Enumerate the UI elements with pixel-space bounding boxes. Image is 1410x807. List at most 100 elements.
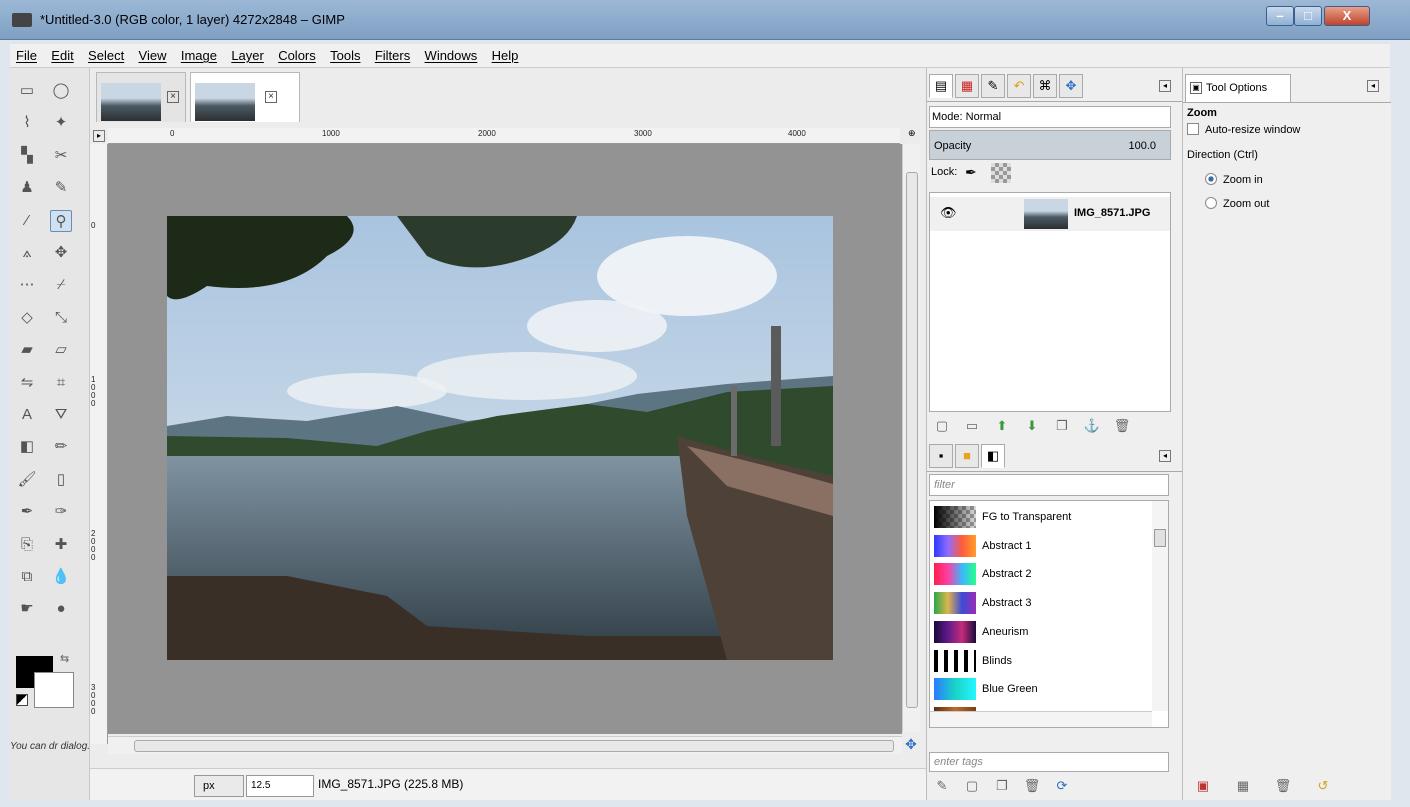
tags-input[interactable]: enter tags	[929, 752, 1169, 772]
zoom-field[interactable]: 12.5	[246, 775, 314, 797]
new-layer-icon[interactable]: ▢	[927, 414, 957, 438]
gradient-item[interactable]: Blue Green	[930, 675, 1152, 703]
duplicate-layer-icon[interactable]: ❐	[1047, 414, 1077, 438]
gradient-item[interactable]: Abstract 2	[930, 560, 1152, 588]
horizontal-ruler[interactable]: 0 1000 2000 3000 4000	[108, 128, 900, 144]
images-tab-icon[interactable]: ⌘	[1033, 74, 1057, 98]
dodge-burn-icon[interactable]: ●	[50, 598, 72, 620]
patterns-tab-icon[interactable]: ■	[955, 444, 979, 468]
checkbox-box[interactable]	[1187, 123, 1199, 135]
default-colors-icon[interactable]	[16, 694, 28, 706]
pointer-tab-icon[interactable]: ✥	[1059, 74, 1083, 98]
close-button[interactable]: X	[1324, 6, 1370, 26]
scale-icon[interactable]: ⤡	[50, 307, 72, 329]
clone-icon[interactable]: ⎘	[16, 534, 38, 556]
layer-row[interactable]: 👁 IMG_8571.JPG	[930, 197, 1170, 231]
dock-menu-icon[interactable]: ◂	[1159, 80, 1171, 92]
dock-menu-icon[interactable]: ◂	[1367, 80, 1379, 92]
menu-view[interactable]: View	[133, 44, 172, 63]
gradient-filter-input[interactable]: filter	[929, 474, 1169, 496]
paths-tab-icon[interactable]: ✎	[981, 74, 1005, 98]
gradient-item[interactable]: Abstract 1	[930, 532, 1152, 560]
scroll-thumb[interactable]	[906, 172, 918, 708]
fuzzy-select-icon[interactable]: ✦	[50, 112, 72, 134]
airbrush-icon[interactable]: ✒	[16, 501, 38, 523]
undo-tab-icon[interactable]: ↶	[1007, 74, 1031, 98]
canvas-menu-icon[interactable]: ▸	[93, 130, 105, 142]
close-tab-icon[interactable]: ×	[167, 91, 179, 103]
color-select-icon[interactable]: ▚	[16, 145, 38, 167]
zoom-image-icon[interactable]: ⊕	[908, 128, 920, 140]
pencil-icon[interactable]: ✏	[50, 436, 72, 458]
crop-icon[interactable]: ⌿	[50, 274, 72, 296]
menu-select[interactable]: Select	[82, 44, 129, 63]
minimize-button[interactable]: –	[1266, 6, 1294, 26]
gradient-scrollbar[interactable]	[1152, 501, 1168, 711]
gradient-item[interactable]: FG to Transparent	[930, 503, 1152, 531]
menu-file[interactable]: File	[10, 44, 42, 63]
gradient-item[interactable]: Blinds	[930, 647, 1152, 675]
free-select-icon[interactable]: ⌇	[16, 112, 38, 134]
scroll-thumb[interactable]	[134, 740, 894, 752]
vertical-ruler[interactable]: 0 1000 2000 3000	[90, 144, 108, 744]
menu-windows[interactable]: Windows	[419, 44, 483, 63]
menu-filters[interactable]: Filters	[369, 44, 415, 63]
image-tab-active[interactable]: ×	[190, 72, 300, 122]
opacity-slider[interactable]: Opacity 100.0	[929, 130, 1171, 160]
gradient-item[interactable]: Abstract 3	[930, 589, 1152, 617]
delete-options-icon[interactable]: 🗑	[1263, 774, 1303, 798]
new-layer-group-icon[interactable]: ▭	[957, 414, 987, 438]
new-gradient-icon[interactable]: ▢	[957, 774, 987, 798]
channels-tab-icon[interactable]: ▦	[955, 74, 979, 98]
zoom-in-radio[interactable]: Zoom in	[1205, 173, 1263, 186]
radio-dot[interactable]	[1205, 173, 1217, 185]
horizontal-scrollbar[interactable]	[108, 736, 902, 754]
heal-icon[interactable]: ✚	[50, 534, 72, 556]
paintbrush-icon[interactable]: 🖌	[16, 469, 38, 491]
zoom-icon[interactable]: ⚲	[50, 209, 72, 232]
background-color-swatch[interactable]	[34, 672, 74, 708]
flip-icon[interactable]: ⇋	[16, 372, 38, 394]
menu-edit[interactable]: Edit	[45, 44, 78, 63]
refresh-gradients-icon[interactable]: ⟳	[1047, 774, 1077, 798]
gradient-hscroll[interactable]	[930, 711, 1152, 727]
menu-layer[interactable]: Layer	[225, 44, 269, 63]
close-tab-icon[interactable]: ×	[265, 91, 277, 103]
raise-layer-icon[interactable]: ⬆	[987, 414, 1017, 438]
layer-mode-select[interactable]: Mode: Normal	[929, 106, 1171, 128]
maximize-button[interactable]: □	[1294, 6, 1322, 26]
smudge-icon[interactable]: ☛	[16, 598, 38, 620]
unit-select[interactable]: px	[194, 775, 244, 797]
text-icon[interactable]: A	[16, 404, 38, 426]
opacity-value[interactable]: 100.0	[1128, 140, 1156, 152]
ink-icon[interactable]: ✑	[50, 501, 72, 523]
layer-name[interactable]: IMG_8571.JPG	[1074, 207, 1150, 219]
rect-select-icon[interactable]: ▭	[16, 80, 38, 102]
radio-dot[interactable]	[1205, 197, 1217, 209]
delete-layer-icon[interactable]: 🗑	[1107, 414, 1137, 438]
tool-options-tab[interactable]: ▣ Tool Options	[1185, 74, 1291, 102]
shear-icon[interactable]: ▰	[16, 339, 38, 361]
image-canvas[interactable]	[108, 144, 902, 734]
restore-options-icon[interactable]: ▦	[1223, 774, 1263, 798]
foreground-select-icon[interactable]: ♟	[16, 177, 38, 199]
lock-pixels-icon[interactable]: ✒	[965, 164, 987, 184]
anchor-layer-icon[interactable]: ⚓	[1077, 414, 1107, 438]
measure-icon[interactable]: ⟑	[16, 242, 38, 264]
title-bar[interactable]: *Untitled-3.0 (RGB color, 1 layer) 4272x…	[0, 0, 1410, 40]
auto-resize-checkbox[interactable]: Auto-resize window	[1187, 123, 1300, 136]
lower-layer-icon[interactable]: ⬇	[1017, 414, 1047, 438]
swap-colors-icon[interactable]: ⇆	[60, 652, 74, 666]
gradient-item[interactable]: Aneurism	[930, 618, 1152, 646]
navigate-icon[interactable]: ✥	[902, 736, 920, 754]
align-icon[interactable]: ⋯	[16, 274, 38, 296]
rotate-icon[interactable]: ◇	[16, 307, 38, 329]
visibility-eye-icon[interactable]: 👁	[940, 205, 957, 221]
paths-icon[interactable]: ✎	[50, 177, 72, 199]
lock-alpha-icon[interactable]	[991, 163, 1011, 183]
dock-menu-icon[interactable]: ◂	[1159, 450, 1171, 462]
scissors-icon[interactable]: ✂	[50, 145, 72, 167]
scroll-thumb[interactable]	[1154, 529, 1166, 547]
eraser-icon[interactable]: ▯	[50, 469, 72, 491]
layers-tab-icon[interactable]: ▤	[929, 74, 953, 98]
